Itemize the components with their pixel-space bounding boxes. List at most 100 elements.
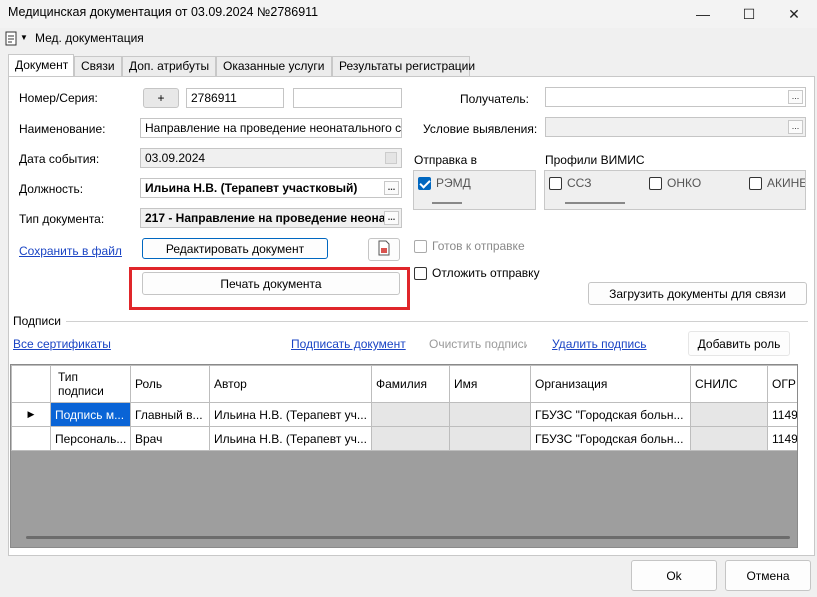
column-header[interactable]: Роль	[130, 365, 210, 403]
maximize-button[interactable]: ☐	[726, 0, 772, 28]
akine-box-icon	[749, 176, 762, 190]
condition-input[interactable]: ...	[545, 117, 806, 137]
table-cell[interactable]: Главный в...	[130, 402, 210, 427]
close-button[interactable]: ✕	[771, 0, 817, 28]
vimis-label: Профили ВИМИС	[545, 153, 645, 167]
postpone-checkbox[interactable]: Отложить отправку	[414, 266, 540, 280]
vimis-akine-label: АКИНЕ	[767, 176, 806, 190]
column-header[interactable]: Фамилия	[371, 365, 450, 403]
number-input[interactable]: 2786911	[186, 88, 284, 108]
table-cell[interactable]	[371, 426, 450, 451]
sign-document-link[interactable]: Подписать документ	[291, 337, 406, 351]
table-cell[interactable]	[690, 402, 768, 427]
clear-signatures-link[interactable]: Очистить подписи	[429, 337, 527, 351]
all-certificates-link[interactable]: Все сертификаты	[13, 337, 111, 351]
column-header[interactable]: Автор	[209, 365, 372, 403]
vimis-ssz-checkbox[interactable]: ССЗ	[549, 176, 591, 190]
minimize-button[interactable]: —	[680, 0, 726, 28]
remd-label: РЭМД	[436, 176, 471, 190]
table-cell[interactable]: Ильина Н.В. (Терапевт уч...	[209, 402, 372, 427]
name-input[interactable]: Направление на проведение неонатального …	[140, 118, 402, 138]
doctype-label: Тип документа:	[19, 212, 105, 226]
table-cell[interactable]: Персональ...	[50, 426, 131, 451]
table-cell[interactable]	[371, 402, 450, 427]
position-ellipsis-button[interactable]: ...	[384, 181, 399, 195]
chevron-down-icon[interactable]: ▼	[20, 33, 28, 42]
vimis-onko-checkbox[interactable]: ОНКО	[649, 176, 701, 190]
postpone-label: Отложить отправку	[432, 266, 540, 280]
ok-button[interactable]: Ok	[631, 560, 717, 591]
tab-document[interactable]: Документ	[8, 54, 74, 76]
date-input[interactable]: 03.09.2024	[140, 148, 402, 168]
remd-check-icon	[418, 176, 431, 190]
condition-label: Условие выявления:	[423, 122, 538, 136]
vimis-onko-label: ОНКО	[667, 176, 702, 190]
remd-checkbox[interactable]: РЭМД	[418, 176, 471, 190]
table-cell[interactable]	[690, 426, 768, 451]
table-cell[interactable]	[449, 426, 531, 451]
tab-services[interactable]: Оказанные услуги	[216, 56, 332, 76]
tab-links[interactable]: Связи	[74, 56, 122, 76]
recipient-ellipsis-button[interactable]: ...	[788, 90, 803, 104]
position-label: Должность:	[19, 182, 84, 196]
number-label: Номер/Серия:	[19, 91, 98, 105]
menu-bar: ▼ Мед. документация	[0, 28, 817, 50]
sending-box: РЭМД	[413, 170, 536, 210]
edit-document-button[interactable]: Редактировать документ	[142, 238, 328, 259]
ready-checkbox[interactable]: Готов к отправке	[414, 239, 525, 253]
signatures-table: Тип подписи Роль Автор Фамилия Имя Орган…	[11, 365, 797, 451]
position-value: Ильина Н.В. (Терапевт участковый)	[145, 181, 358, 195]
vimis-ssz-label: ССЗ	[567, 176, 592, 190]
condition-ellipsis-button[interactable]: ...	[788, 120, 803, 134]
table-cell[interactable]: ГБУЗС "Городская больн...	[530, 402, 691, 427]
row-pointer-icon: ▶	[11, 402, 51, 427]
table-cell[interactable]: Подпись м...	[50, 402, 131, 427]
doctype-ellipsis-button[interactable]: ...	[384, 211, 399, 225]
add-number-button[interactable]: +	[143, 88, 179, 108]
table-row[interactable]: ▶ Подпись м... Главный в... Ильина Н.В. …	[11, 402, 797, 427]
highlight-frame	[129, 267, 410, 310]
ready-label: Готов к отправке	[432, 239, 525, 253]
signatures-grid: Тип подписи Роль Автор Фамилия Имя Орган…	[10, 364, 798, 548]
recipient-input[interactable]: ...	[545, 87, 806, 107]
tab-extra-attributes[interactable]: Доп. атрибуты	[122, 56, 216, 76]
column-header[interactable]: СНИЛС	[690, 365, 768, 403]
table-cell[interactable]: 1149	[767, 426, 797, 451]
series-input[interactable]	[293, 88, 402, 108]
table-cell[interactable]: Ильина Н.В. (Терапевт уч...	[209, 426, 372, 451]
vimis-box: ССЗ ОНКО АКИНЕ	[544, 170, 806, 210]
document-sign-icon	[377, 240, 391, 259]
date-value: 03.09.2024	[145, 151, 206, 165]
load-documents-button[interactable]: Загрузить документы для связи	[588, 282, 807, 305]
column-header[interactable]: Организация	[530, 365, 691, 403]
horizontal-scrollbar[interactable]	[26, 536, 790, 539]
table-row[interactable]: Персональ... Врач Ильина Н.В. (Терапевт …	[11, 426, 797, 451]
table-cell[interactable]: ГБУЗС "Городская больн...	[530, 426, 691, 451]
vimis-akine-checkbox[interactable]: АКИНЕ	[749, 176, 806, 190]
cancel-button[interactable]: Отмена	[725, 560, 811, 591]
postpone-box-icon	[414, 266, 427, 280]
ssz-box-icon	[549, 176, 562, 190]
window-title: Медицинская документация от 03.09.2024 №…	[8, 5, 319, 19]
position-input[interactable]: Ильина Н.В. (Терапевт участковый) ...	[140, 178, 402, 198]
table-cell[interactable]: Врач	[130, 426, 210, 451]
row-header-corner	[11, 365, 51, 403]
column-header[interactable]: Тип подписи	[50, 365, 131, 403]
add-role-button[interactable]: Добавить роль	[688, 331, 790, 356]
calendar-icon[interactable]	[385, 152, 397, 164]
table-cell[interactable]: 1149	[767, 402, 797, 427]
menu-med-docs[interactable]: Мед. документация	[35, 31, 144, 45]
scroll-indicator-2	[565, 202, 625, 204]
recipient-label: Получатель:	[460, 92, 529, 106]
document-menu-icon[interactable]	[5, 31, 18, 49]
table-cell[interactable]	[449, 402, 531, 427]
tab-registration-results[interactable]: Результаты регистрации	[332, 56, 475, 76]
doctype-input[interactable]: 217 - Направление на проведение неона ..…	[140, 208, 402, 228]
document-sign-button[interactable]	[368, 238, 400, 261]
delete-signature-link[interactable]: Удалить подпись	[552, 337, 647, 351]
column-header[interactable]: Имя	[449, 365, 531, 403]
ready-box-icon	[414, 239, 427, 253]
save-to-file-link[interactable]: Сохранить в файл	[19, 244, 122, 258]
column-header[interactable]: ОГР	[767, 365, 797, 403]
table-header-row: Тип подписи Роль Автор Фамилия Имя Орган…	[11, 365, 797, 403]
